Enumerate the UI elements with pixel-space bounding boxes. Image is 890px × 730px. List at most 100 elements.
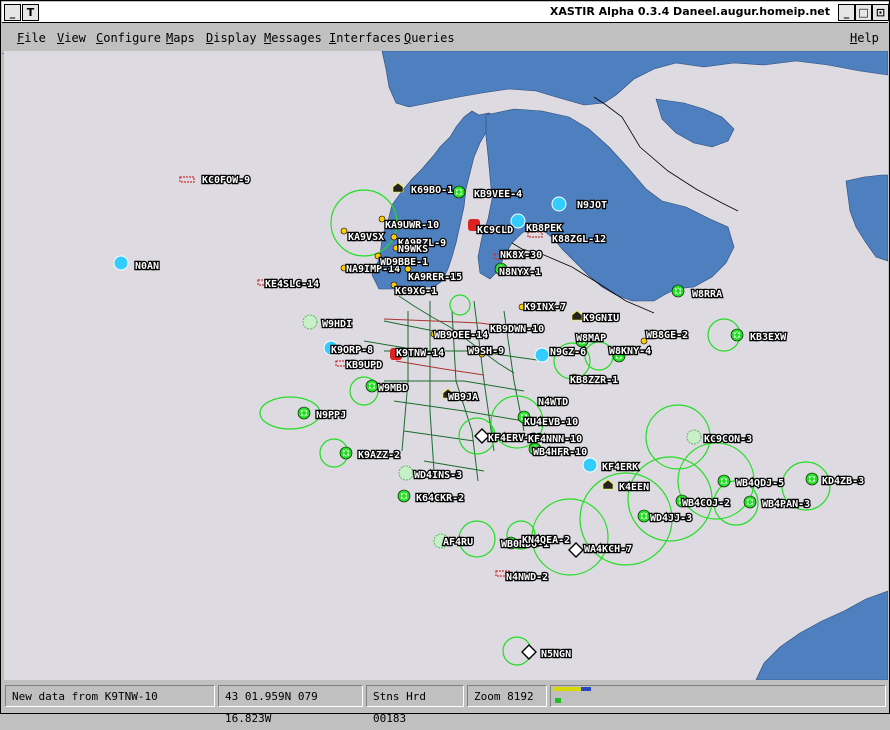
station-label: KB9DWN-10 [490, 324, 544, 335]
station-symbol-kb3exw[interactable] [730, 328, 744, 342]
status-bar: New data from K9TNW-10 43 01.959N 079 16… [2, 681, 888, 725]
minimize-button[interactable]: _ [838, 4, 855, 21]
station-label: W9MBD [378, 383, 408, 394]
menu-button[interactable]: T [22, 4, 39, 21]
station-label: KE4SLC-14 [265, 279, 319, 290]
station-symbol-n5ngn[interactable] [521, 644, 537, 660]
station-label: W9SH-9 [468, 346, 504, 357]
menu-bar: File View Configure Maps Display Message… [2, 23, 888, 54]
station-symbol-n0an[interactable] [113, 255, 129, 271]
title-bar[interactable]: _ T XASTIR Alpha 0.3.4 Daneel.augur.home… [2, 2, 889, 23]
station-symbol-k64ckr-2[interactable] [397, 489, 411, 503]
station-label: K9INX-7 [524, 302, 566, 313]
station-label: N0AN [135, 261, 159, 272]
station-label: W8MAP [576, 333, 606, 344]
indicator-blue [581, 687, 591, 691]
station-symbol-kc9con-3[interactable] [686, 429, 702, 445]
station-label: K64CKR-2 [416, 493, 464, 504]
station-label: K9TNW-14 [396, 348, 444, 359]
menu-messages[interactable]: Messages [264, 31, 322, 45]
station-label: K4EEN [619, 482, 649, 493]
station-symbol-wb4pan-3[interactable] [743, 495, 757, 509]
status-zoom: Zoom 8192 [467, 685, 547, 707]
station-symbol-ka9rzl-9[interactable] [390, 233, 398, 241]
station-label: N4NWD-2 [506, 572, 548, 583]
station-label: WB4HFR-10 [533, 447, 587, 458]
station-label: WB9OEE-14 [434, 330, 488, 341]
station-label: WB8GE-2 [646, 330, 688, 341]
station-label: K9GNIU [583, 313, 619, 324]
window-title: XASTIR Alpha 0.3.4 Daneel.augur.homeip.n… [549, 5, 830, 18]
station-symbol-k9gniu[interactable] [571, 310, 583, 321]
station-label: WD4JJ-3 [650, 513, 692, 524]
lake-nipigon-region [655, 98, 735, 148]
station-label: N5NGN [541, 649, 571, 660]
station-label: N9GZ-6 [550, 347, 586, 358]
station-symbol-ka9vsx[interactable] [340, 227, 348, 235]
station-label: KA9RER-15 [408, 272, 462, 283]
station-label: KB9VEE-4 [474, 189, 522, 200]
station-symbol-n9gz-6[interactable] [534, 347, 550, 363]
station-label: WB4PAN-3 [762, 499, 810, 510]
minimize-left-button[interactable]: _ [4, 4, 21, 21]
station-label: KA9UWR-10 [385, 220, 439, 231]
station-symbol-kc0fow-9[interactable] [179, 176, 195, 183]
station-label: KB9UPD [346, 360, 382, 371]
station-symbol-w9hdi[interactable] [302, 314, 318, 330]
station-symbol-w8rra[interactable] [671, 284, 685, 298]
station-symbol-k69bo-1[interactable] [392, 182, 404, 193]
close-button[interactable]: ⊡ [872, 4, 889, 21]
map-canvas[interactable]: KC0FOW-9 K69BO-1 KB9VEE-4 N9JOT KA9VSX KA9UWR… [4, 51, 888, 680]
station-label: N4WTD [538, 397, 568, 408]
station-symbol-wa4kch-7[interactable] [568, 542, 584, 558]
station-label: WD9BBE-1 [380, 257, 428, 268]
indicator-yellow [553, 687, 581, 691]
indicator-green [555, 698, 561, 703]
station-label: K9AZZ-2 [358, 450, 400, 461]
menu-view[interactable]: View [57, 31, 86, 45]
station-label: K69BO-1 [411, 185, 453, 196]
menu-help[interactable]: Help [850, 31, 879, 45]
station-symbol-wd4jj-3[interactable] [637, 509, 651, 523]
lake-superior [381, 51, 888, 108]
station-label: KA9VSX [348, 232, 384, 243]
menu-interfaces[interactable]: Interfaces [329, 31, 401, 45]
atlantic-coast-water [755, 590, 888, 680]
station-label: N9WKS [398, 244, 428, 255]
station-symbol-k9azz-2[interactable] [339, 446, 353, 460]
menu-maps[interactable]: Maps [166, 31, 195, 45]
station-label: AF4RU [443, 537, 473, 548]
status-stations-heard: Stns Hrd 00183 [366, 685, 464, 725]
station-label: N9JOT [577, 200, 607, 211]
maximize-button[interactable]: □ [855, 4, 872, 21]
station-symbol-kb9vee-4[interactable] [452, 185, 466, 199]
station-label: KC9CON-3 [704, 434, 752, 445]
status-message: New data from K9TNW-10 [5, 685, 215, 707]
station-label: KB3EXW [750, 332, 787, 343]
menu-display[interactable]: Display [206, 31, 257, 45]
station-symbol-wb4qdj-5[interactable] [717, 474, 731, 488]
station-symbol-n9jot[interactable] [551, 196, 567, 212]
menu-queries[interactable]: Queries [404, 31, 455, 45]
station-symbol-kf4erk[interactable] [582, 457, 598, 473]
station-symbol-kd4zb-3[interactable] [805, 472, 819, 486]
station-label: N9PPJ [316, 410, 346, 421]
menu-file[interactable]: File [17, 31, 46, 45]
station-symbol-kf4erv-10[interactable] [474, 428, 490, 444]
station-label: K88ZGL-12 [552, 234, 606, 245]
station-label: WA4KCH-7 [584, 544, 632, 555]
station-symbol-wd4ins-3[interactable] [398, 465, 414, 481]
station-label: W8RRA [692, 289, 722, 300]
station-label: KB8ZZR-1 [570, 375, 618, 386]
station-label: KF4ERK [602, 462, 638, 473]
station-symbol-k4een[interactable] [602, 479, 614, 490]
station-symbol-n9ppj[interactable] [297, 406, 311, 420]
station-label: W9HDI [322, 319, 352, 330]
station-label: KU4EVB-10 [524, 417, 578, 428]
menu-configure[interactable]: Configure [96, 31, 161, 45]
station-label: KC0FOW-9 [202, 175, 250, 186]
station-label: WB9JA [448, 392, 478, 403]
station-symbol-w9mbd[interactable] [365, 379, 379, 393]
station-label: KF4NNN-10 [528, 434, 582, 445]
station-label: KN4QEA-2 [522, 535, 570, 546]
